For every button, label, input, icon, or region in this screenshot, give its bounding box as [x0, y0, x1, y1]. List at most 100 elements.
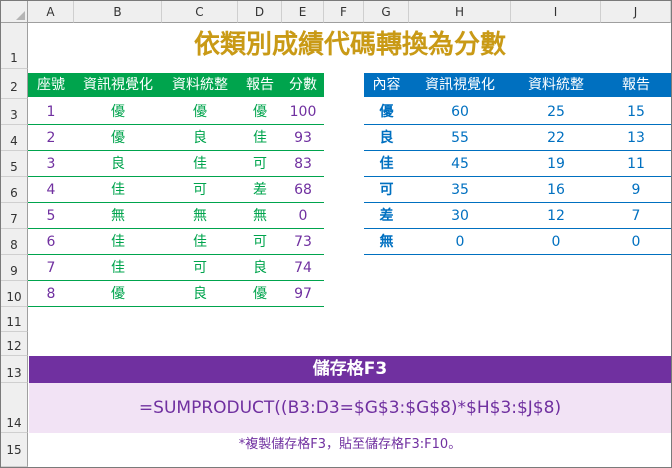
row-header-7[interactable]: 7 [1, 203, 28, 229]
left-cell-score[interactable]: 68 [282, 177, 324, 203]
right-cell-report[interactable]: 15 [601, 99, 671, 125]
right-cell-data-integration[interactable]: 12 [511, 203, 601, 229]
column-header-i[interactable]: I [511, 1, 601, 23]
left-cell-seat[interactable]: 6 [28, 229, 74, 255]
right-cell-data-integration[interactable]: 22 [511, 125, 601, 151]
right-cell-grade[interactable]: 佳 [364, 151, 409, 177]
right-cell-data-integration[interactable]: 25 [511, 99, 601, 125]
left-cell-visualization[interactable]: 佳 [74, 177, 162, 203]
right-cell-visualization[interactable]: 55 [409, 125, 511, 151]
left-cell-seat[interactable]: 5 [28, 203, 74, 229]
right-cell-report[interactable]: 0 [601, 229, 671, 255]
formula-banner[interactable]: 儲存格F3 [29, 356, 671, 383]
left-cell-data-integration[interactable]: 良 [162, 281, 238, 307]
row-header-2[interactable]: 2 [1, 69, 28, 99]
left-header-data-integration[interactable]: 資料統整 [162, 73, 238, 97]
right-cell-report[interactable]: 11 [601, 151, 671, 177]
column-header-a[interactable]: A [28, 1, 74, 23]
left-cell-data-integration[interactable]: 佳 [162, 151, 238, 177]
right-header-content[interactable]: 內容 [364, 73, 409, 97]
left-cell-visualization[interactable]: 優 [74, 99, 162, 125]
right-header-data-integration[interactable]: 資料統整 [511, 73, 601, 97]
left-cell-score[interactable]: 93 [282, 125, 324, 151]
left-cell-data-integration[interactable]: 可 [162, 255, 238, 281]
left-cell-data-integration[interactable]: 無 [162, 203, 238, 229]
right-cell-report[interactable]: 7 [601, 203, 671, 229]
right-cell-report[interactable]: 9 [601, 177, 671, 203]
row-header-4[interactable]: 4 [1, 125, 28, 151]
row-header-15[interactable]: 15 [1, 433, 28, 467]
left-cell-report[interactable]: 佳 [238, 125, 282, 151]
left-cell-visualization[interactable]: 良 [74, 151, 162, 177]
left-cell-report[interactable]: 可 [238, 229, 282, 255]
right-cell-grade[interactable]: 差 [364, 203, 409, 229]
column-header-g[interactable]: G [364, 1, 409, 23]
right-cell-visualization[interactable]: 35 [409, 177, 511, 203]
row-header-1[interactable]: 1 [1, 23, 28, 69]
right-cell-grade[interactable]: 良 [364, 125, 409, 151]
left-cell-visualization[interactable]: 優 [74, 125, 162, 151]
left-cell-visualization[interactable]: 佳 [74, 255, 162, 281]
right-header-visualization[interactable]: 資訊視覺化 [409, 73, 511, 97]
column-header-d[interactable]: D [238, 1, 282, 23]
left-cell-score[interactable]: 100 [282, 99, 324, 125]
left-cell-seat[interactable]: 1 [28, 99, 74, 125]
left-cell-visualization[interactable]: 佳 [74, 229, 162, 255]
left-cell-data-integration[interactable]: 可 [162, 177, 238, 203]
row-header-9[interactable]: 9 [1, 255, 28, 281]
row-header-8[interactable]: 8 [1, 229, 28, 255]
column-header-j[interactable]: J [601, 1, 671, 23]
formula-note[interactable]: *複製儲存格F3，貼至儲存格F3:F10。 [29, 433, 671, 457]
row-header-5[interactable]: 5 [1, 151, 28, 177]
left-cell-report[interactable]: 無 [238, 203, 282, 229]
column-header-c[interactable]: C [162, 1, 238, 23]
right-cell-report[interactable]: 13 [601, 125, 671, 151]
sheet-title[interactable]: 依類別成績代碼轉換為分數 [29, 25, 671, 65]
left-cell-seat[interactable]: 2 [28, 125, 74, 151]
row-header-3[interactable]: 3 [1, 99, 28, 125]
left-cell-data-integration[interactable]: 良 [162, 125, 238, 151]
right-cell-data-integration[interactable]: 19 [511, 151, 601, 177]
left-cell-visualization[interactable]: 優 [74, 281, 162, 307]
left-cell-score[interactable]: 97 [282, 281, 324, 307]
select-all-corner[interactable] [1, 1, 28, 23]
left-cell-score[interactable]: 73 [282, 229, 324, 255]
left-header-seat[interactable]: 座號 [28, 73, 74, 97]
left-cell-score[interactable]: 0 [282, 203, 324, 229]
column-header-h[interactable]: H [409, 1, 511, 23]
left-cell-data-integration[interactable]: 優 [162, 99, 238, 125]
left-cell-seat[interactable]: 8 [28, 281, 74, 307]
right-cell-visualization[interactable]: 45 [409, 151, 511, 177]
row-header-14[interactable]: 14 [1, 383, 28, 433]
left-cell-score[interactable]: 83 [282, 151, 324, 177]
left-cell-seat[interactable]: 7 [28, 255, 74, 281]
left-cell-report[interactable]: 優 [238, 99, 282, 125]
row-header-13[interactable]: 13 [1, 356, 28, 383]
column-header-b[interactable]: B [74, 1, 162, 23]
left-header-visualization[interactable]: 資訊視覺化 [74, 73, 162, 97]
right-cell-grade[interactable]: 優 [364, 99, 409, 125]
left-cell-visualization[interactable]: 無 [74, 203, 162, 229]
right-header-report[interactable]: 報告 [601, 73, 671, 97]
left-header-report[interactable]: 報告 [238, 73, 282, 97]
column-header-f[interactable]: F [324, 1, 364, 23]
left-cell-report[interactable]: 優 [238, 281, 282, 307]
row-header-12[interactable]: 12 [1, 332, 28, 356]
right-cell-visualization[interactable]: 0 [409, 229, 511, 255]
row-header-11[interactable]: 11 [1, 307, 28, 332]
right-cell-data-integration[interactable]: 16 [511, 177, 601, 203]
row-header-6[interactable]: 6 [1, 177, 28, 203]
left-cell-score[interactable]: 74 [282, 255, 324, 281]
left-cell-report[interactable]: 可 [238, 151, 282, 177]
left-header-score[interactable]: 分數 [282, 73, 324, 97]
row-header-10[interactable]: 10 [1, 281, 28, 307]
left-cell-seat[interactable]: 3 [28, 151, 74, 177]
left-cell-report[interactable]: 差 [238, 177, 282, 203]
right-cell-grade[interactable]: 可 [364, 177, 409, 203]
right-cell-data-integration[interactable]: 0 [511, 229, 601, 255]
column-header-e[interactable]: E [282, 1, 324, 23]
left-cell-seat[interactable]: 4 [28, 177, 74, 203]
left-cell-data-integration[interactable]: 佳 [162, 229, 238, 255]
left-cell-report[interactable]: 良 [238, 255, 282, 281]
right-cell-visualization[interactable]: 60 [409, 99, 511, 125]
